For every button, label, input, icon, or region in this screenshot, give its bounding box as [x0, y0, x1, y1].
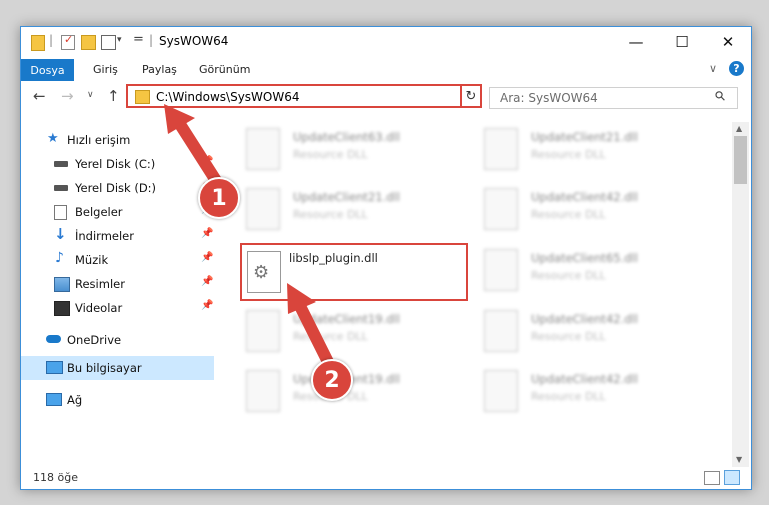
step-badge-2: 2: [311, 359, 353, 401]
callout-arrows: [164, 104, 338, 376]
step-badge-1: 1: [198, 177, 240, 219]
